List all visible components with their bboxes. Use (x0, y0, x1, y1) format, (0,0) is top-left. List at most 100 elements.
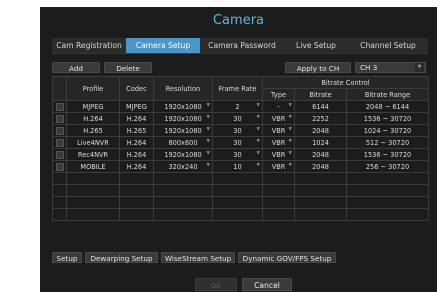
header-bitrate-control: Bitrate Control (262, 76, 429, 89)
cell-type: VBR (271, 114, 286, 123)
cell-bitrate-range: 2048 ~ 6144 (346, 100, 429, 113)
cell-codec: H.264 (119, 136, 154, 149)
cell-bitrate[interactable]: 2252 (294, 112, 347, 125)
table-row[interactable]: MOBILE H.264 320x240 ▼ 10 ▼ VBR ▼ 2048 256 … (52, 160, 429, 173)
cell-bitrate[interactable]: 2048 (294, 124, 347, 137)
cell-frame-rate: 30 (233, 126, 242, 135)
cell-codec: H.265 (119, 124, 154, 137)
checkbox[interactable] (55, 150, 64, 159)
frame-rate-select[interactable]: 30 ▼ (212, 148, 263, 161)
cell-bitrate-range: 1536 ~ 30720 (346, 148, 429, 161)
tab-camera-password[interactable]: Camera Password (200, 38, 284, 53)
type-select[interactable]: VBR ▼ (262, 112, 295, 125)
resolution-select[interactable]: 1920x1080 ▼ (153, 112, 213, 125)
delete-button[interactable]: Delete (104, 62, 152, 73)
channel-select[interactable]: CH 3 ▼ (355, 62, 426, 73)
resolution-select[interactable]: 1920x1080 ▼ (153, 148, 213, 161)
cell-bitrate-range: 256 ~ 30720 (346, 160, 429, 173)
dewarping-setup-button[interactable]: Dewarping Setup (85, 252, 158, 263)
table-row[interactable]: H.265 H.265 1920x1080 ▼ 30 ▼ VBR ▼ 2048 102… (52, 124, 429, 137)
dynamic-gov-fps-setup-button[interactable]: Dynamic GOV/FPS Setup (238, 252, 336, 263)
setup-button[interactable]: Setup (52, 252, 82, 263)
cell-resolution: 1920x1080 (164, 126, 202, 135)
resolution-select[interactable]: 320x240 ▼ (153, 160, 213, 173)
header-type: Type (262, 88, 295, 101)
cell-profile: Live4NVR (66, 136, 120, 149)
cell-profile: H.265 (66, 124, 120, 137)
table-row[interactable]: Rec4NVR H.264 1920x1080 ▼ 30 ▼ VBR ▼ 2048 1… (52, 148, 429, 161)
resolution-select[interactable]: 800x600 ▼ (153, 136, 213, 149)
cell-codec: H.264 (119, 148, 154, 161)
checkbox[interactable] (55, 114, 64, 123)
cell-bitrate[interactable]: 2048 (294, 148, 347, 161)
cell-type: VBR (271, 150, 286, 159)
wisestream-setup-button[interactable]: WiseStream Setup (161, 252, 235, 263)
type-select[interactable]: VBR ▼ (262, 136, 295, 149)
tab-cam-registration[interactable]: Cam Registration (52, 38, 126, 53)
table-row[interactable]: H.264 H.264 1920x1080 ▼ 30 ▼ VBR ▼ 2252 153… (52, 112, 429, 125)
channel-select-value: CH 3 (360, 63, 378, 72)
type-select[interactable]: VBR ▼ (262, 124, 295, 137)
table-row[interactable]: Live4NVR H.264 800x600 ▼ 30 ▼ VBR ▼ 1024 51… (52, 136, 429, 149)
profile-table: Profile Codec Resolution Frame Rate Bitr… (52, 76, 429, 221)
frame-rate-select[interactable]: 30 ▼ (212, 112, 263, 125)
row-checkbox[interactable] (52, 136, 67, 149)
checkbox[interactable] (55, 102, 64, 111)
resolution-select[interactable]: 1920x1080 ▼ (153, 100, 213, 113)
cell-bitrate-range: 1024 ~ 30720 (346, 124, 429, 137)
type-select[interactable]: VBR ▼ (262, 148, 295, 161)
row-checkbox[interactable] (52, 160, 67, 173)
checkbox[interactable] (55, 126, 64, 135)
tab-camera-setup[interactable]: Camera Setup (126, 38, 200, 53)
table-row[interactable]: MJPEG MJPEG 1920x1080 ▼ 2 ▼ - ▼ 6144 2048 ~… (52, 100, 429, 113)
add-button[interactable]: Add (52, 62, 100, 73)
chevron-down-icon: ▼ (288, 127, 292, 132)
checkbox[interactable] (55, 162, 64, 171)
cell-bitrate[interactable]: 6144 (294, 100, 347, 113)
chevron-down-icon: ▼ (288, 103, 292, 108)
cell-type: - (277, 102, 280, 111)
chevron-down-icon: ▼ (206, 127, 210, 132)
cell-resolution: 800x600 (168, 138, 198, 147)
chevron-down-icon: ▼ (288, 115, 292, 120)
cell-frame-rate: 2 (235, 102, 240, 111)
type-select[interactable]: VBR ▼ (262, 160, 295, 173)
type-select[interactable]: - ▼ (262, 100, 295, 113)
frame-rate-select[interactable]: 30 ▼ (212, 136, 263, 149)
chevron-down-icon: ▼ (206, 163, 210, 168)
cell-resolution: 1920x1080 (164, 150, 202, 159)
cancel-button[interactable]: Cancel (242, 278, 292, 291)
chevron-down-icon: ▼ (256, 151, 260, 156)
cell-bitrate[interactable]: 2048 (294, 160, 347, 173)
cell-bitrate[interactable]: 1024 (294, 136, 347, 149)
cell-type: VBR (271, 138, 286, 147)
row-checkbox[interactable] (52, 148, 67, 161)
camera-dialog: Camera Cam Registration Camera Setup Cam… (40, 7, 437, 292)
row-checkbox[interactable] (52, 124, 67, 137)
tab-live-setup[interactable]: Live Setup (284, 38, 348, 53)
header-profile: Profile (66, 76, 120, 101)
header-codec: Codec (119, 76, 154, 101)
apply-to-ch-button[interactable]: Apply to CH (285, 62, 351, 73)
tab-channel-setup[interactable]: Channel Setup (348, 38, 428, 53)
chevron-down-icon: ▼ (415, 63, 424, 72)
header-resolution: Resolution (153, 76, 213, 101)
header-frame-rate: Frame Rate (212, 76, 263, 101)
chevron-down-icon: ▼ (256, 163, 260, 168)
cell-type: VBR (271, 126, 286, 135)
resolution-select[interactable]: 1920x1080 ▼ (153, 124, 213, 137)
cell-resolution: 1920x1080 (164, 114, 202, 123)
frame-rate-select[interactable]: 30 ▼ (212, 124, 263, 137)
chevron-down-icon: ▼ (206, 115, 210, 120)
row-checkbox[interactable] (52, 100, 67, 113)
cell-frame-rate: 30 (233, 150, 242, 159)
row-checkbox[interactable] (52, 112, 67, 125)
frame-rate-select[interactable]: 10 ▼ (212, 160, 263, 173)
frame-rate-select[interactable]: 2 ▼ (212, 100, 263, 113)
cell-profile: MJPEG (66, 100, 120, 113)
checkbox[interactable] (55, 138, 64, 147)
ok-button[interactable]: OK (195, 278, 237, 291)
chevron-down-icon: ▼ (288, 163, 292, 168)
cell-bitrate-range: 512 ~ 30720 (346, 136, 429, 149)
dialog-title: Camera (212, 13, 265, 28)
